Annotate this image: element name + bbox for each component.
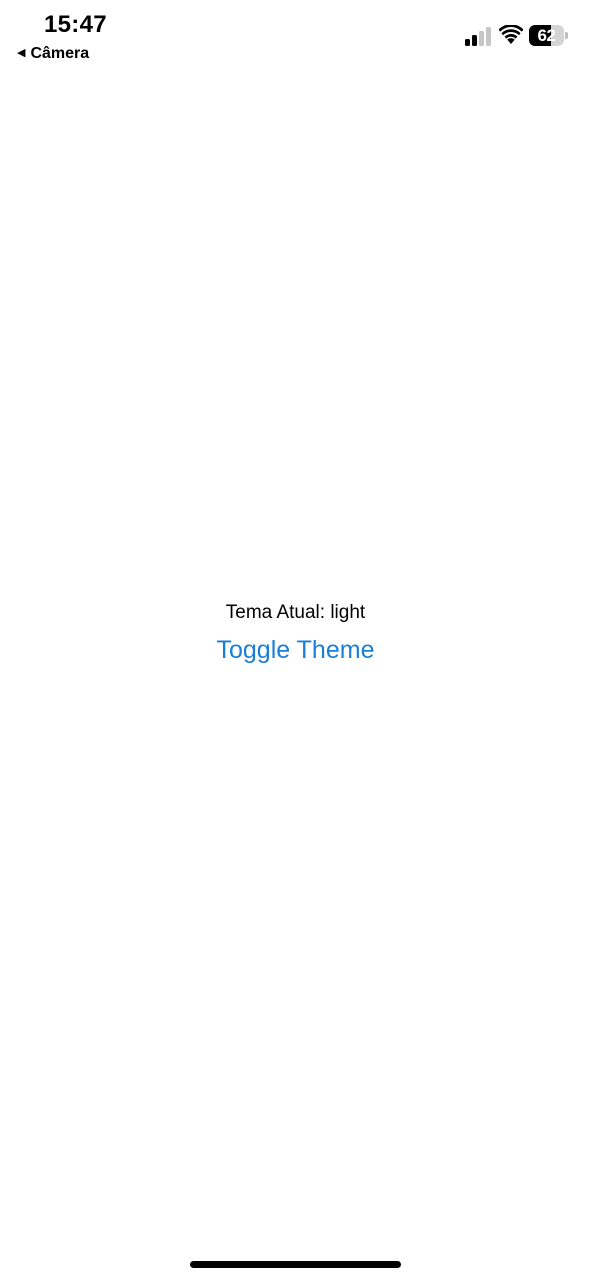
cellular-signal-icon xyxy=(465,26,493,46)
home-indicator[interactable] xyxy=(190,1261,401,1268)
current-theme-label: Tema Atual: light xyxy=(225,602,366,623)
signal-bar xyxy=(479,31,484,46)
signal-bar xyxy=(465,39,470,46)
toggle-theme-button[interactable]: Toggle Theme xyxy=(217,634,375,666)
back-link-label: Câmera xyxy=(30,45,90,62)
signal-bar xyxy=(486,27,491,46)
main-content: Tema Atual: light Toggle Theme xyxy=(0,598,591,666)
battery-level: 62 xyxy=(537,26,556,45)
battery-icon: 62 xyxy=(529,25,569,46)
signal-bar xyxy=(472,35,477,46)
status-time: 15:47 xyxy=(44,11,107,38)
battery-body: 62 xyxy=(529,25,564,46)
wifi-icon xyxy=(498,24,524,45)
back-triangle-icon: ◀ xyxy=(17,47,26,59)
back-to-camera-link[interactable]: ◀ Câmera xyxy=(17,44,89,64)
battery-cap xyxy=(565,32,568,39)
app-screen: 15:47 ◀ Câmera 62 Tema Atual: light Togg… xyxy=(0,0,591,1280)
